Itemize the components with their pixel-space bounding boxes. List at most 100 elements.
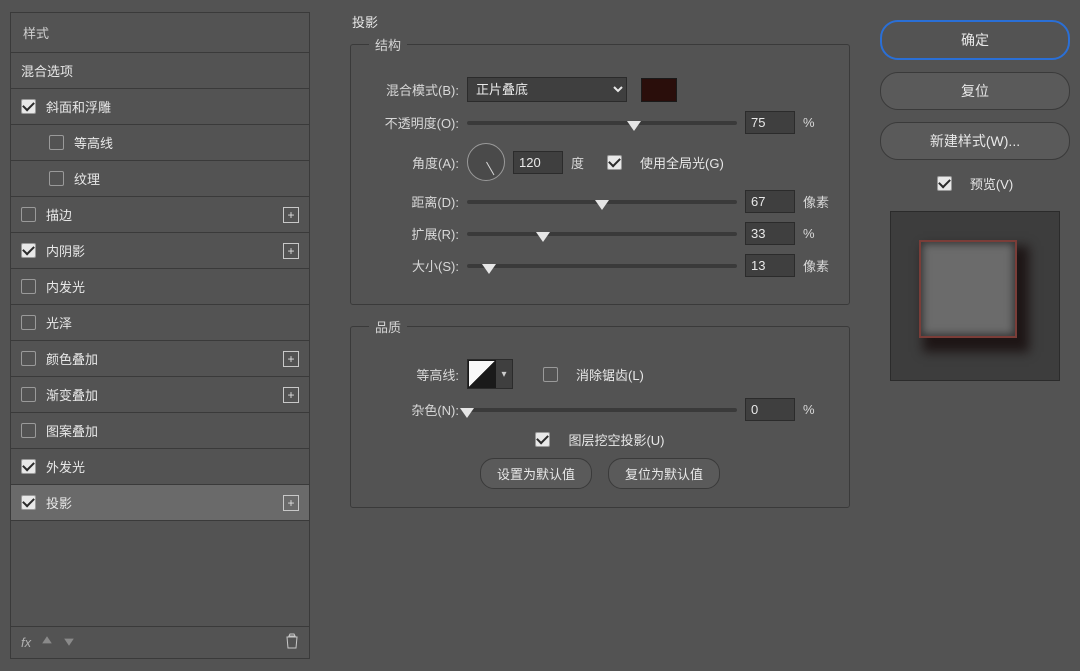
ok-button[interactable]: 确定 <box>880 20 1070 60</box>
fx-icon[interactable]: fx <box>21 635 31 650</box>
opacity-input[interactable] <box>745 111 795 134</box>
noise-input[interactable] <box>745 398 795 421</box>
spread-slider[interactable] <box>467 232 737 236</box>
style-label: 内发光 <box>46 277 299 296</box>
angle-label: 角度(A): <box>369 153 459 172</box>
spread-unit: % <box>803 226 831 241</box>
size-unit: 像素 <box>803 256 831 275</box>
style-label: 描边 <box>46 205 283 224</box>
style-checkbox[interactable] <box>21 243 36 258</box>
blend-options-item[interactable]: 混合选项 <box>11 53 309 89</box>
style-item-5[interactable]: 内发光 <box>11 269 309 305</box>
quality-group: 品质 等高线: ▾ 消除锯齿(L) 杂色(N): % 图层挖空投影(U) 设置为… <box>350 317 850 508</box>
noise-slider[interactable] <box>467 408 737 412</box>
angle-input[interactable] <box>513 151 563 174</box>
contour-picker[interactable]: ▾ <box>467 359 513 389</box>
knockout-label: 图层挖空投影(U) <box>568 430 664 449</box>
add-effect-icon[interactable]: + <box>283 351 299 367</box>
style-item-10[interactable]: 外发光 <box>11 449 309 485</box>
style-checkbox[interactable] <box>21 315 36 330</box>
spread-label: 扩展(R): <box>369 224 459 243</box>
style-label: 颜色叠加 <box>46 349 283 368</box>
preview-checkbox[interactable] <box>937 176 952 191</box>
dialog-actions: 确定 复位 新建样式(W)... 预览(V) <box>880 12 1070 659</box>
style-item-2[interactable]: 纹理 <box>11 161 309 197</box>
global-light-checkbox[interactable] <box>607 155 622 170</box>
noise-label: 杂色(N): <box>369 400 459 419</box>
style-label: 内阴影 <box>46 241 283 260</box>
blend-mode-select[interactable]: 正片叠底 <box>467 77 627 102</box>
blend-mode-label: 混合模式(B): <box>369 80 459 99</box>
global-light-label: 使用全局光(G) <box>640 153 724 172</box>
spread-input[interactable] <box>745 222 795 245</box>
style-label: 纹理 <box>74 169 299 188</box>
style-checkbox[interactable] <box>49 135 64 150</box>
style-label: 外发光 <box>46 457 299 476</box>
style-checkbox[interactable] <box>21 99 36 114</box>
style-item-3[interactable]: 描边+ <box>11 197 309 233</box>
distance-unit: 像素 <box>803 192 831 211</box>
styles-header: 样式 <box>11 13 309 53</box>
new-style-button[interactable]: 新建样式(W)... <box>880 122 1070 160</box>
style-item-7[interactable]: 颜色叠加+ <box>11 341 309 377</box>
add-effect-icon[interactable]: + <box>283 495 299 511</box>
antialias-label: 消除锯齿(L) <box>576 365 644 384</box>
set-default-button[interactable]: 设置为默认值 <box>480 458 592 489</box>
distance-input[interactable] <box>745 190 795 213</box>
style-label: 光泽 <box>46 313 299 332</box>
shadow-color-swatch[interactable] <box>641 78 677 102</box>
contour-label: 等高线: <box>369 365 459 384</box>
antialias-checkbox[interactable] <box>543 367 558 382</box>
style-item-4[interactable]: 内阴影+ <box>11 233 309 269</box>
blend-options-label: 混合选项 <box>21 61 299 80</box>
style-item-8[interactable]: 渐变叠加+ <box>11 377 309 413</box>
size-input[interactable] <box>745 254 795 277</box>
style-checkbox[interactable] <box>21 351 36 366</box>
preview-label: 预览(V) <box>970 174 1013 193</box>
style-label: 等高线 <box>74 133 299 152</box>
distance-label: 距离(D): <box>369 192 459 211</box>
trash-icon[interactable] <box>285 633 299 652</box>
drop-shadow-panel: 投影 结构 混合模式(B): 正片叠底 不透明度(O): % 角度(A): 度 … <box>350 12 850 659</box>
style-checkbox[interactable] <box>21 423 36 438</box>
angle-unit: 度 <box>571 153 599 172</box>
style-checkbox[interactable] <box>21 387 36 402</box>
opacity-label: 不透明度(O): <box>369 113 459 132</box>
style-item-0[interactable]: 斜面和浮雕 <box>11 89 309 125</box>
contour-swatch <box>468 360 496 388</box>
style-checkbox[interactable] <box>21 207 36 222</box>
add-effect-icon[interactable]: + <box>283 243 299 259</box>
knockout-checkbox[interactable] <box>535 432 550 447</box>
style-checkbox[interactable] <box>49 171 64 186</box>
style-checkbox[interactable] <box>21 495 36 510</box>
opacity-unit: % <box>803 115 831 130</box>
style-checkbox[interactable] <box>21 459 36 474</box>
add-effect-icon[interactable]: + <box>283 387 299 403</box>
distance-slider[interactable] <box>467 200 737 204</box>
chevron-down-icon: ▾ <box>496 360 512 388</box>
style-checkbox[interactable] <box>21 279 36 294</box>
style-label: 图案叠加 <box>46 421 299 440</box>
arrow-up-icon[interactable] <box>41 635 53 650</box>
preview-box <box>890 211 1060 381</box>
style-label: 投影 <box>46 493 283 512</box>
angle-dial[interactable] <box>467 143 505 181</box>
reset-default-button[interactable]: 复位为默认值 <box>608 458 720 489</box>
preview-sample <box>919 240 1017 338</box>
size-slider[interactable] <box>467 264 737 268</box>
structure-legend: 结构 <box>369 35 407 54</box>
style-item-11[interactable]: 投影+ <box>11 485 309 521</box>
opacity-slider[interactable] <box>467 121 737 125</box>
style-item-1[interactable]: 等高线 <box>11 125 309 161</box>
style-label: 渐变叠加 <box>46 385 283 404</box>
quality-legend: 品质 <box>369 317 407 336</box>
size-label: 大小(S): <box>369 256 459 275</box>
reset-button[interactable]: 复位 <box>880 72 1070 110</box>
style-item-6[interactable]: 光泽 <box>11 305 309 341</box>
add-effect-icon[interactable]: + <box>283 207 299 223</box>
styles-sidebar: 样式 混合选项 斜面和浮雕等高线纹理描边+内阴影+内发光光泽颜色叠加+渐变叠加+… <box>10 12 310 659</box>
style-label: 斜面和浮雕 <box>46 97 299 116</box>
styles-footer: fx <box>11 626 309 658</box>
style-item-9[interactable]: 图案叠加 <box>11 413 309 449</box>
arrow-down-icon[interactable] <box>63 635 75 650</box>
